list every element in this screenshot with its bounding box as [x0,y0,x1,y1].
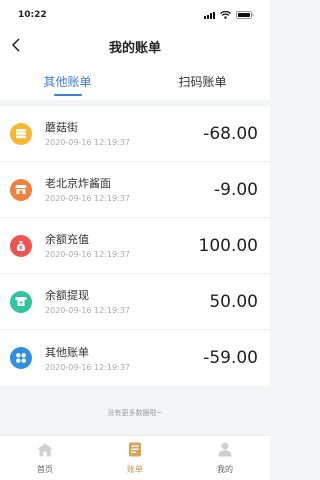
bill-row[interactable]: 蘑菇街 2020-09-16 12:19:37 -68.00 [0,106,270,162]
page-title: 我的账单 [108,40,161,56]
bill-row[interactable]: 老北京炸酱面 2020-09-16 12:19:37 -9.00 [0,162,270,218]
money-bag-icon: ¥ [10,234,32,257]
chevron-left-icon [11,37,21,56]
bill-row[interactable]: ¥ 余额充值 2020-09-16 12:19:37 100.00 [0,218,270,274]
header: 我的账单 [0,30,270,62]
wallet-icon [10,122,32,145]
battery-icon [236,11,254,19]
status-time: 10:22 [18,10,47,20]
tab-bar-label: 我的 [217,465,233,474]
bill-name: 蘑菇街 [45,121,78,134]
bill-name: 余额充值 [45,233,89,246]
user-icon [218,442,232,461]
back-button[interactable] [6,36,26,56]
bill-amount: -68.00 [203,123,258,144]
tab-bar-home[interactable]: 首页 [0,436,90,480]
svg-text:¥: ¥ [19,245,23,251]
tab-bar-mine[interactable]: 我的 [180,436,270,480]
bill-name: 老北京炸酱面 [45,177,111,190]
bill-time: 2020-09-16 12:19:37 [45,306,130,315]
bill-name: 余额提现 [45,289,89,302]
wifi-icon [220,11,231,19]
bill-text: 余额提现 2020-09-16 12:19:37 [45,288,209,315]
bill-time: 2020-09-16 12:19:37 [45,194,130,203]
tab-bar-label: 首页 [37,465,53,474]
bill-time: 2020-09-16 12:19:37 [45,362,130,372]
bill-row[interactable]: 其他账单 2020-09-16 12:19:37 -59.00 [0,330,270,386]
bill-time: 2020-09-16 12:19:37 [45,250,130,259]
tab-scan-bills[interactable]: 扫码账单 [135,62,270,100]
bill-row[interactable]: 余额提现 2020-09-16 12:19:37 50.00 [0,274,270,330]
bill-amount: 50.00 [209,291,258,312]
status-icons [204,11,254,19]
withdraw-icon [10,290,32,313]
shop-icon [10,178,32,201]
no-more-data-text: 没有更多数据啦~ [107,409,163,417]
tab-other-bills[interactable]: 其他账单 [0,62,135,100]
bill-amount: -9.00 [214,179,258,200]
bill-text: 老北京炸酱面 2020-09-16 12:19:37 [45,176,214,203]
grid-icon [10,347,32,369]
home-icon [37,442,53,461]
bill-name: 其他账单 [45,345,89,359]
tab-bar-bill[interactable]: 账单 [90,436,180,480]
bill-time: 2020-09-16 12:19:37 [45,138,130,147]
tabs: 其他账单 扫码账单 [0,62,270,100]
bill-amount: -59.00 [203,348,258,368]
bottom-tab-bar: 首页 账单 我的 [0,435,270,480]
bill-icon [128,442,142,461]
tab-bar-label: 账单 [127,465,143,474]
bill-text: 其他账单 2020-09-16 12:19:37 [45,345,203,372]
bill-text: 蘑菇街 2020-09-16 12:19:37 [45,120,203,147]
bill-amount: 100.00 [198,235,258,256]
bill-list: 蘑菇街 2020-09-16 12:19:37 -68.00 老北京炸酱面 20… [0,106,270,386]
signal-icon [204,11,215,19]
bill-text: 余额充值 2020-09-16 12:19:37 [45,232,199,259]
status-bar: 10:22 [0,0,270,30]
